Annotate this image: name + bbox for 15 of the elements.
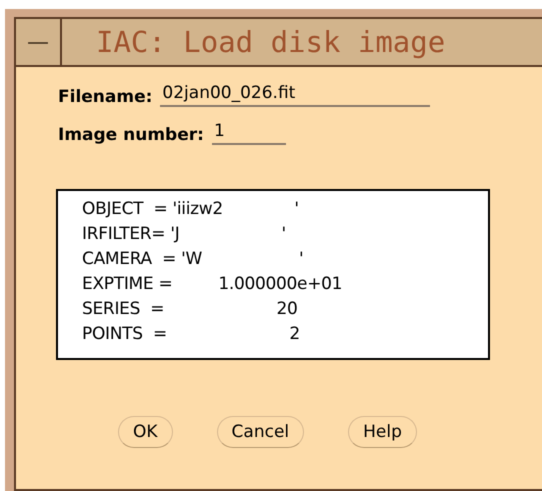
text-field[interactable]: 1: [212, 121, 286, 145]
dialog-button[interactable]: Cancel: [216, 416, 304, 448]
header-line: SERIES = 20: [82, 298, 298, 321]
window-title: IAC: Load disk image: [96, 25, 446, 59]
dialog-button[interactable]: Help: [348, 416, 417, 448]
field-label: Image number:: [58, 125, 204, 145]
dialog-button[interactable]: OK: [118, 416, 173, 448]
window-menu-button[interactable]: —: [16, 19, 62, 65]
header-line: CAMERA = 'W ': [82, 248, 304, 271]
header-line: IRFILTER= 'J ': [82, 223, 286, 246]
field-label: Filename:: [58, 87, 152, 107]
header-line: POINTS = 2: [82, 323, 300, 346]
header-line: OBJECT = 'iiizw2 ': [82, 198, 299, 221]
header-line: EXPTIME = 1.000000e+01: [82, 273, 342, 296]
text-field[interactable]: 02jan00_026.fit: [160, 83, 430, 107]
